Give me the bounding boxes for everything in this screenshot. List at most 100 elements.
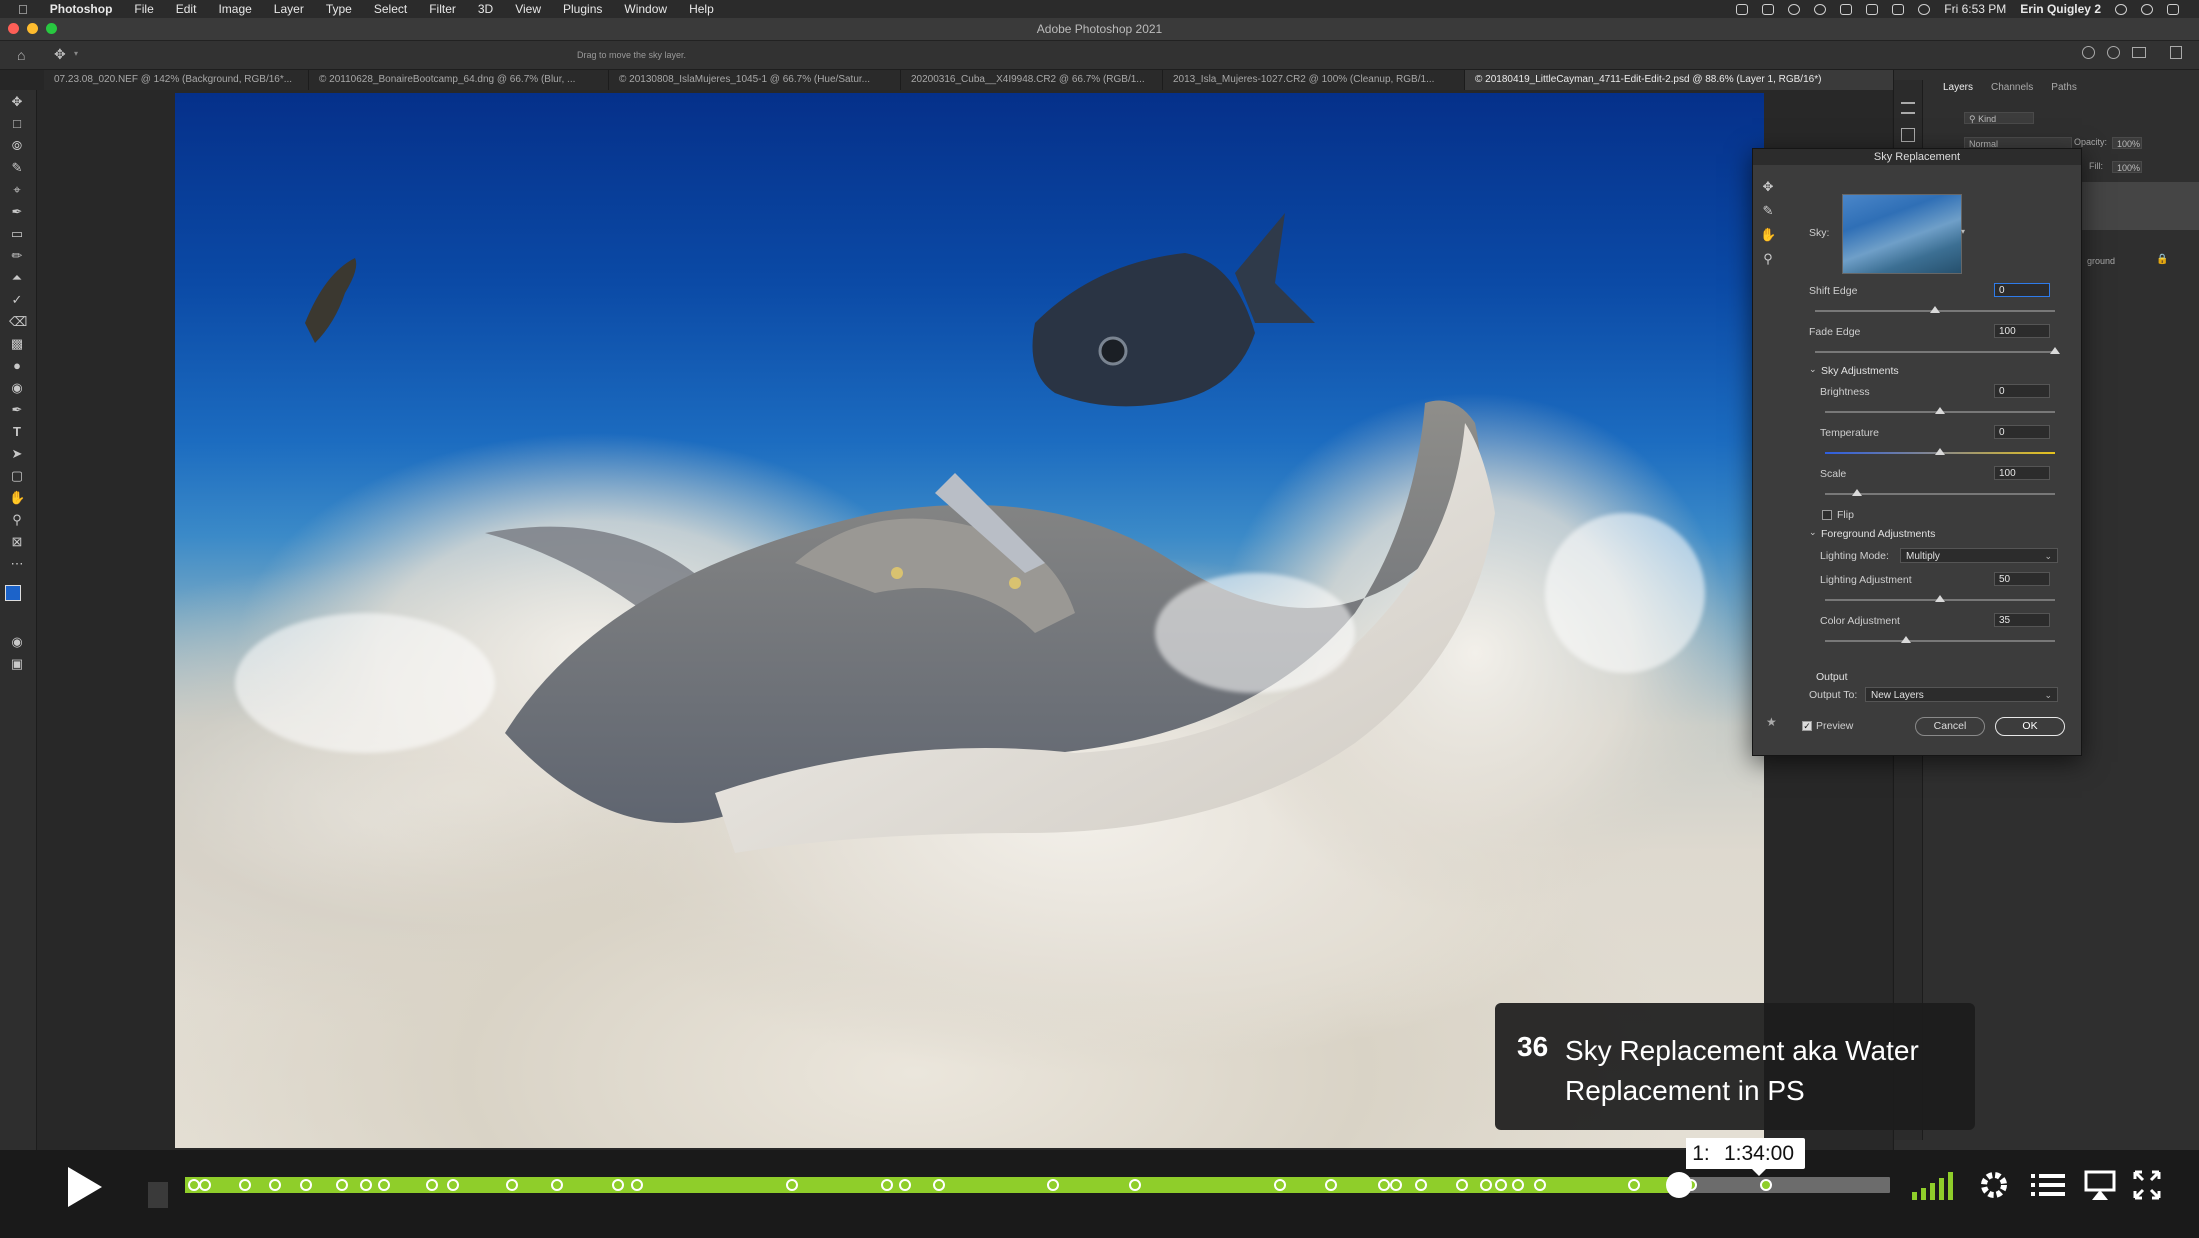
opacity-input[interactable]: 100% — [2112, 137, 2142, 149]
chapter-marker[interactable] — [932, 1179, 945, 1191]
progress-scrub-handle[interactable] — [1665, 1172, 1692, 1198]
doc-tab-active[interactable]: © 20180419_LittleCayman_4711-Edit-Edit-2… — [1465, 70, 1894, 90]
doc-tab[interactable]: 2013_Isla_Mujeres-1027.CR2 @ 100% (Clean… — [1163, 70, 1465, 90]
lighting-adjustment-slider-thumb[interactable] — [1935, 595, 1945, 602]
dodge-tool-icon[interactable]: ◉ — [9, 380, 25, 396]
chapter-marker[interactable] — [335, 1179, 348, 1191]
volume-bars-icon[interactable] — [1910, 1168, 1958, 1202]
airplay-icon[interactable] — [2083, 1168, 2117, 1202]
workspace-icon[interactable] — [2132, 47, 2146, 58]
doc-tab[interactable]: 07.23.08_020.NEF @ 142% (Background, RGB… — [44, 70, 309, 90]
scale-slider-thumb[interactable] — [1852, 489, 1863, 496]
chapter-marker[interactable] — [1456, 1179, 1469, 1191]
share-document-icon[interactable] — [2170, 46, 2182, 59]
foreground-color-swatch[interactable] — [5, 585, 21, 601]
chapter-marker[interactable] — [359, 1179, 372, 1191]
lasso-tool-icon[interactable]: ⦾ — [9, 138, 25, 154]
move-tool-icon[interactable]: ✥ — [9, 94, 25, 110]
brightness-slider-thumb[interactable] — [1935, 407, 1945, 414]
status-icon-2[interactable] — [1762, 3, 1775, 15]
siri-icon[interactable] — [2141, 3, 2153, 15]
zoom-tool-icon[interactable]: ⚲ — [9, 512, 25, 528]
menubar-clock[interactable]: Fri 6:53 PM — [1944, 2, 2006, 16]
tab-layers[interactable]: Layers — [1943, 82, 1973, 98]
apple-menu-icon[interactable]:  — [18, 2, 28, 17]
blur-tool-icon[interactable]: ● — [9, 358, 25, 374]
cloud-icon[interactable] — [1788, 3, 1801, 15]
pen-tool-icon[interactable]: ✒ — [9, 402, 25, 418]
lighting-mode-select[interactable]: Multiply ⌄ — [1900, 548, 2058, 563]
foreground-adjustments-chevron-icon[interactable]: ⌄ — [1809, 527, 1817, 538]
brightness-input[interactable]: 0 — [1994, 384, 2050, 398]
chapter-marker[interactable] — [612, 1179, 625, 1191]
history-brush-tool-icon[interactable]: ✓ — [9, 292, 25, 308]
clone-stamp-tool-icon[interactable]: ⏶ — [9, 270, 25, 286]
menu-3d[interactable]: 3D — [478, 2, 493, 16]
bluetooth-icon[interactable] — [1866, 3, 1879, 15]
more-tools-icon[interactable]: ⋯ — [9, 556, 25, 572]
sky-presets-icon[interactable]: ★ — [1766, 715, 1777, 729]
properties-panel-icon[interactable] — [1901, 128, 1915, 142]
chapter-marker[interactable] — [187, 1179, 200, 1191]
doc-tab[interactable]: © 20110628_BonaireBootcamp_64.dng @ 66.7… — [309, 70, 609, 90]
menu-filter[interactable]: Filter — [429, 2, 456, 16]
wifi-icon[interactable] — [1918, 3, 1931, 15]
status-icon-3[interactable] — [1814, 3, 1827, 15]
sky-dropdown-chevron-icon[interactable]: ▾ — [1961, 227, 1965, 236]
notification-center-icon[interactable] — [2167, 3, 2179, 15]
temperature-slider-thumb[interactable] — [1935, 448, 1945, 455]
color-adjustment-slider-thumb[interactable] — [1900, 636, 1911, 643]
menu-help[interactable]: Help — [689, 2, 714, 16]
chapter-marker[interactable] — [446, 1179, 459, 1191]
chapter-marker[interactable] — [898, 1179, 911, 1191]
chapter-marker[interactable] — [1046, 1179, 1059, 1191]
tab-paths[interactable]: Paths — [2051, 82, 2077, 98]
chapter-card[interactable]: 36 Sky Replacement aka Water Replacement… — [1495, 1003, 1975, 1130]
layer-name[interactable]: ground — [2087, 256, 2115, 266]
video-progress-bar[interactable] — [185, 1172, 1890, 1198]
menu-file[interactable]: File — [134, 2, 153, 16]
app-menu[interactable]: Photoshop — [50, 2, 113, 16]
color-adjustment-input[interactable]: 35 — [1994, 613, 2050, 627]
chapter-marker[interactable] — [300, 1179, 313, 1191]
gradient-tool-icon[interactable]: ▩ — [9, 336, 25, 352]
move-tool-icon[interactable]: ✥ — [54, 46, 66, 63]
chapters-list-icon[interactable] — [2029, 1168, 2067, 1202]
chapter-marker[interactable] — [238, 1179, 251, 1191]
chapter-marker[interactable] — [1128, 1179, 1141, 1191]
fullscreen-icon[interactable] — [2132, 1168, 2162, 1202]
menubar-user[interactable]: Erin Quigley 2 — [2020, 2, 2101, 16]
chapter-marker[interactable] — [1479, 1179, 1492, 1191]
eyedropper-tool-icon[interactable]: ✒ — [9, 204, 25, 220]
eraser-tool-icon[interactable]: ⌫ — [9, 314, 27, 330]
screen-mode-icon[interactable]: ▣ — [9, 656, 25, 672]
tool-preset-chevron-icon[interactable]: ▾ — [74, 49, 78, 58]
hand-tool-icon[interactable]: ✋ — [9, 490, 25, 506]
healing-brush-tool-icon[interactable]: ▭ — [9, 226, 25, 242]
brush-tool-icon[interactable]: ✏ — [9, 248, 25, 264]
chapter-marker[interactable] — [1759, 1179, 1772, 1191]
settings-gear-icon[interactable] — [1977, 1168, 2011, 1202]
menu-view[interactable]: View — [515, 2, 541, 16]
frame-tool-icon[interactable]: ⊠ — [9, 534, 25, 550]
play-icon[interactable] — [52, 1157, 112, 1217]
fade-edge-input[interactable]: 100 — [1994, 324, 2050, 338]
foreground-adjustments-header[interactable]: Foreground Adjustments — [1821, 528, 1935, 540]
chapter-marker[interactable] — [1324, 1179, 1337, 1191]
temperature-input[interactable]: 0 — [1994, 425, 2050, 439]
color-adjustment-slider[interactable] — [1825, 640, 2055, 642]
menu-plugins[interactable]: Plugins — [563, 2, 602, 16]
menu-select[interactable]: Select — [374, 2, 407, 16]
menu-edit[interactable]: Edit — [176, 2, 197, 16]
marquee-tool-icon[interactable]: □ — [9, 116, 25, 132]
shape-tool-icon[interactable]: ▢ — [9, 468, 25, 484]
hand-tool-icon[interactable]: ✋ — [1760, 227, 1776, 243]
layer-row-selected[interactable] — [2081, 182, 2199, 230]
chapter-marker[interactable] — [1377, 1179, 1390, 1191]
airplay-icon[interactable] — [1892, 3, 1905, 15]
lighting-adjustment-input[interactable]: 50 — [1994, 572, 2050, 586]
chapter-marker[interactable] — [1389, 1179, 1402, 1191]
dropbox-icon[interactable] — [1840, 3, 1853, 15]
ok-button[interactable]: OK — [1995, 717, 2065, 736]
sky-brush-tool-icon[interactable]: ✎ — [1760, 203, 1776, 219]
